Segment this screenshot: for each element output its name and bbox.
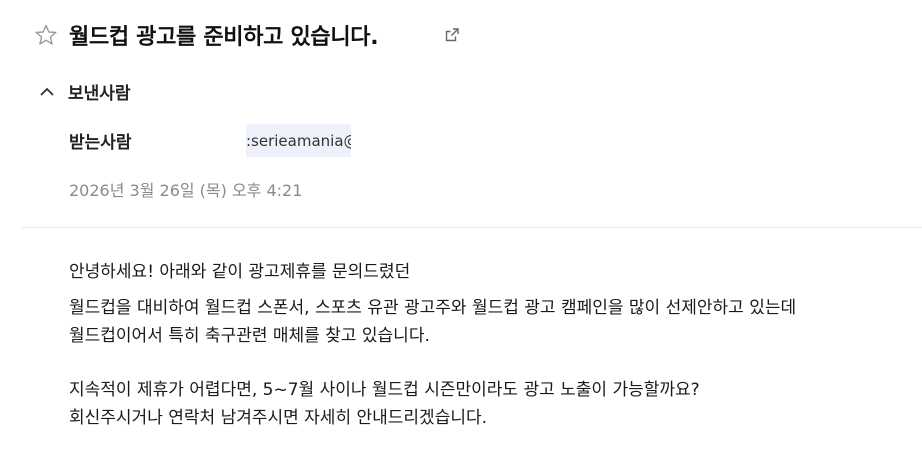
star-outline-icon [35,24,57,45]
sender-section-label: 보낸사람 [68,84,131,104]
body-line: 회신주시거나 연락처 남겨주시면 자세히 안내드리겠습니다. [69,408,488,428]
body-line: 월드컵을 대비하여 월드컵 스폰서, 스포츠 유관 광고주와 월드컵 광고 캠페… [69,298,797,318]
header-divider [22,227,922,228]
body-line: 지속적이 제휴가 어렵다면, 5~7월 사이나 월드컵 시즌만이라도 광고 노출… [69,380,700,400]
sender-section-toggle[interactable]: 보낸사람 [38,79,131,104]
chevron-up-icon [40,87,54,96]
recipient-label: 받는사람 [69,133,132,153]
recipient-address-chip[interactable]: :serieamania@ [246,124,351,157]
star-button[interactable] [33,22,59,48]
body-line: 안녕하세요! 아래와 같이 광고제휴를 문의드렸던 [69,262,411,282]
mail-subject: 월드컵 광고를 준비하고 있습니다. [69,25,379,50]
external-link-icon [445,28,459,42]
mail-date: 2026년 3월 26일 (목) 오후 4:21 [69,181,303,200]
open-new-window-button[interactable] [443,26,461,44]
body-line: 월드컵이어서 특히 축구관련 매체를 찾고 있습니다. [69,326,430,346]
mail-body: 안녕하세요! 아래와 같이 광고제휴를 문의드렸던 월드컵을 대비하여 월드컵 … [69,258,922,432]
